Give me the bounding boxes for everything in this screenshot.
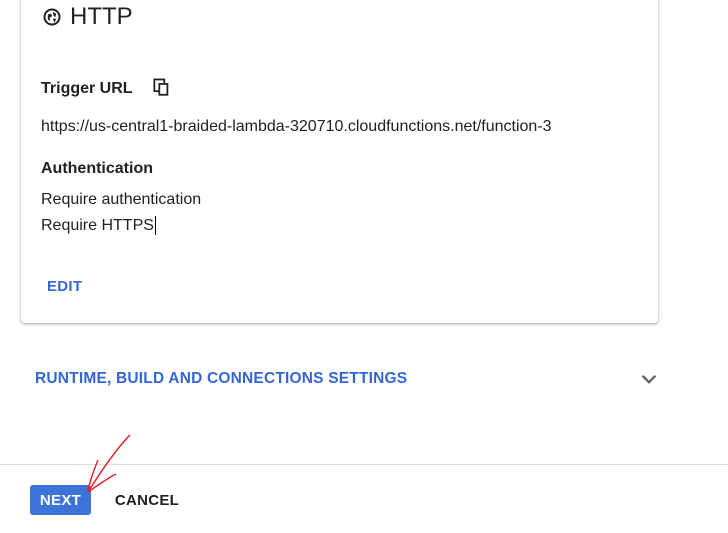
footer-divider bbox=[0, 464, 728, 465]
runtime-settings-label: RUNTIME, BUILD AND CONNECTIONS SETTINGS bbox=[35, 370, 408, 387]
authentication-label: Authentication bbox=[41, 160, 153, 177]
cancel-button[interactable]: CANCEL bbox=[108, 485, 186, 515]
chevron-down-icon[interactable] bbox=[638, 368, 660, 390]
auth-value-require-authentication: Require authentication bbox=[41, 191, 202, 208]
card-title-text: HTTP bbox=[70, 3, 133, 30]
next-button[interactable]: NEXT bbox=[30, 485, 91, 515]
card-title: HTTP bbox=[42, 3, 133, 31]
text-cursor bbox=[154, 216, 157, 235]
trigger-card: HTTP Trigger URL https://us-central1-bra… bbox=[21, 0, 658, 323]
trigger-url-label: Trigger URL bbox=[41, 80, 133, 97]
globe-icon bbox=[42, 7, 62, 27]
copy-icon[interactable] bbox=[153, 78, 173, 100]
edit-button[interactable]: EDIT bbox=[47, 278, 82, 295]
page: HTTP Trigger URL https://us-central1-bra… bbox=[0, 0, 728, 533]
runtime-settings-toggle[interactable]: RUNTIME, BUILD AND CONNECTIONS SETTINGS bbox=[35, 368, 660, 390]
auth-value-text: Require HTTPS bbox=[41, 216, 154, 234]
trigger-url-value: https://us-central1-braided-lambda-32071… bbox=[41, 118, 552, 135]
auth-value-require-https: Require HTTPS bbox=[41, 216, 157, 235]
trigger-url-row: Trigger URL bbox=[41, 78, 173, 100]
